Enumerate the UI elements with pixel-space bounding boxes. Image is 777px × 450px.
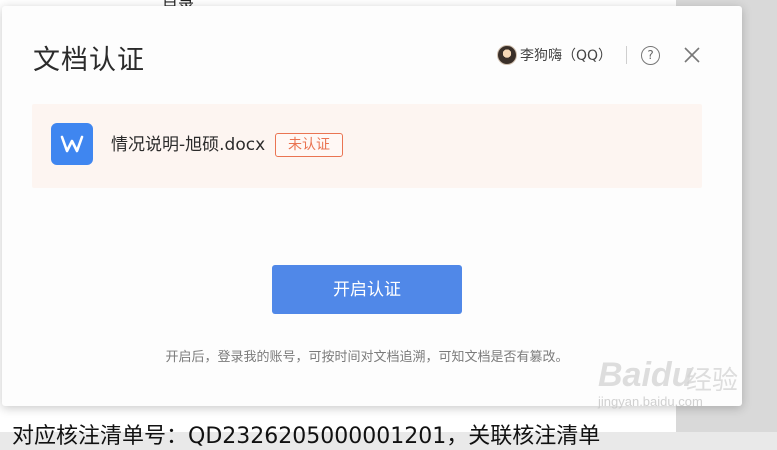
dialog-header-tools: 李狗嗨（QQ） ? bbox=[496, 44, 702, 66]
enable-certification-button[interactable]: 开启认证 bbox=[272, 265, 462, 314]
header-divider bbox=[626, 46, 627, 64]
status-badge: 未认证 bbox=[275, 133, 343, 157]
wps-writer-icon bbox=[51, 123, 93, 165]
baidu-watermark: Baidu 经验 jingyan.baidu.com bbox=[590, 346, 740, 416]
dialog-title: 文档认证 bbox=[33, 45, 145, 76]
file-card: 情况说明-旭硕.docx 未认证 bbox=[32, 104, 702, 188]
watermark-brand: Baidu bbox=[598, 356, 693, 394]
document-body-text: 对应核注清单号：QD2326205000001201，关联核注清单 bbox=[12, 424, 601, 449]
help-icon[interactable]: ? bbox=[641, 45, 660, 65]
file-name: 情况说明-旭硕.docx bbox=[111, 135, 266, 155]
user-name[interactable]: 李狗嗨（QQ） bbox=[520, 45, 612, 65]
watermark-url: jingyan.baidu.com bbox=[598, 394, 703, 409]
close-icon[interactable] bbox=[682, 45, 702, 65]
avatar[interactable] bbox=[496, 45, 517, 65]
watermark-brand-cn: 经验 bbox=[686, 366, 739, 396]
